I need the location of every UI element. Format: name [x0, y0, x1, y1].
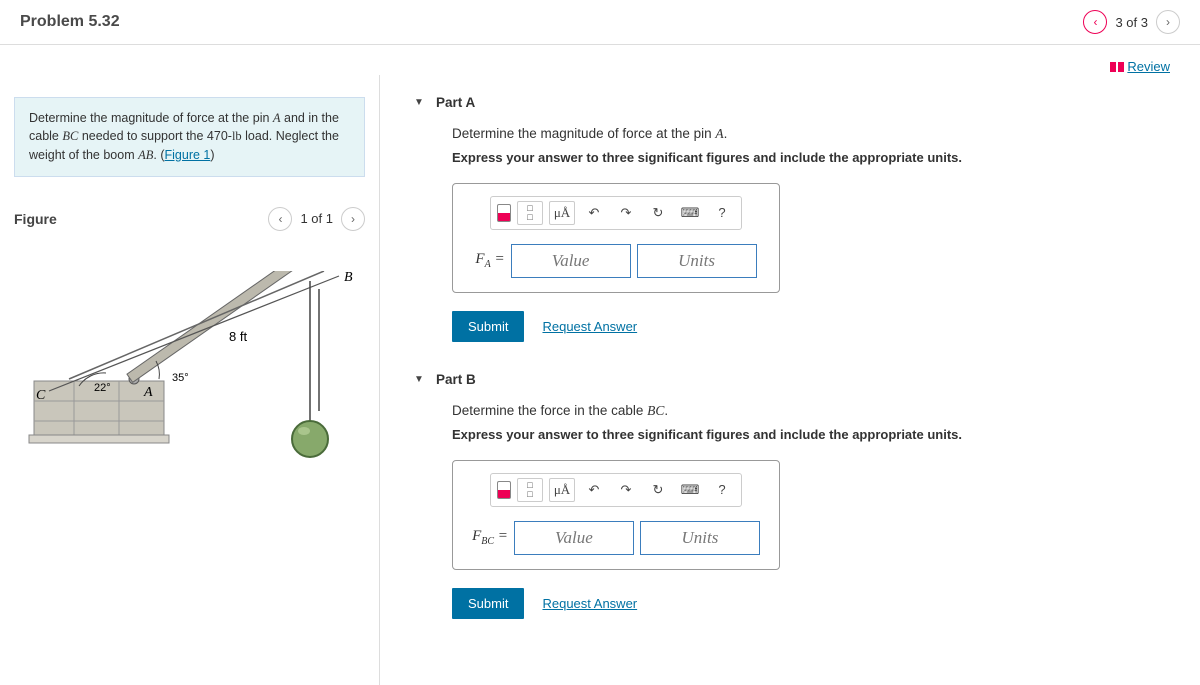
part-a-input-panel: □□ μÅ ↶ ↷ ↻ ⌨ ? FA = Value Units: [452, 183, 780, 293]
part-a-instruction: Express your answer to three significant…: [452, 150, 1200, 165]
part-b-input-panel: □□ μÅ ↶ ↷ ↻ ⌨ ? FBC = Value Units: [452, 460, 780, 570]
part-b-variable-label: FBC =: [472, 528, 508, 547]
part-a-question: Determine the magnitude of force at the …: [452, 126, 1200, 142]
part-a-units-input[interactable]: Units: [637, 244, 757, 278]
figure-next-button[interactable]: ›: [341, 207, 365, 231]
template-tool-icon[interactable]: [497, 481, 511, 499]
review-link[interactable]: Review: [1110, 59, 1170, 74]
part-b-instruction: Express your answer to three significant…: [452, 427, 1200, 442]
label-B: B: [344, 271, 353, 285]
right-column: ▼ Part A Determine the magnitude of forc…: [380, 75, 1200, 685]
part-a-request-answer-link[interactable]: Request Answer: [542, 319, 637, 334]
problem-title: Problem 5.32: [20, 13, 120, 31]
figure-heading: Figure: [14, 211, 57, 227]
units-tool-button[interactable]: μÅ: [549, 201, 575, 225]
collapse-part-a-icon[interactable]: ▼: [414, 97, 424, 107]
figure-diagram: B C A 8 ft 22° 35°: [14, 271, 365, 464]
main-content: Determine the magnitude of force at the …: [0, 75, 1200, 685]
part-a-actions: Submit Request Answer: [452, 311, 1200, 342]
part-b-value-input[interactable]: Value: [514, 521, 634, 555]
part-a-toolbar: □□ μÅ ↶ ↷ ↻ ⌨ ?: [490, 196, 742, 230]
figure-header: Figure ‹ 1 of 1 ›: [14, 207, 365, 231]
label-22: 22°: [94, 382, 111, 394]
part-b-submit-button[interactable]: Submit: [452, 588, 524, 619]
part-b-toolbar: □□ μÅ ↶ ↷ ↻ ⌨ ?: [490, 473, 742, 507]
part-a-value-input[interactable]: Value: [511, 244, 631, 278]
keyboard-icon[interactable]: ⌨: [677, 201, 703, 225]
figure-link[interactable]: Figure 1: [165, 148, 211, 162]
part-a-submit-button[interactable]: Submit: [452, 311, 524, 342]
template-tool-icon[interactable]: [497, 204, 511, 222]
reset-icon[interactable]: ↻: [645, 201, 671, 225]
page-header: Problem 5.32 ‹ 3 of 3 ›: [0, 0, 1200, 45]
page-nav: ‹ 3 of 3 ›: [1083, 10, 1180, 34]
reset-icon[interactable]: ↻: [645, 478, 671, 502]
part-b-units-input[interactable]: Units: [640, 521, 760, 555]
label-8ft: 8 ft: [229, 329, 247, 344]
figure-prev-button[interactable]: ‹: [268, 207, 292, 231]
part-a-answer-row: FA = Value Units: [463, 244, 769, 278]
figure-pager: 1 of 1: [300, 211, 333, 226]
part-b: ▼ Part B Determine the force in the cabl…: [380, 352, 1200, 619]
part-b-answer-row: FBC = Value Units: [463, 521, 769, 555]
help-icon[interactable]: ?: [709, 201, 735, 225]
undo-icon[interactable]: ↶: [581, 478, 607, 502]
part-a-title: Part A: [436, 95, 475, 110]
left-column: Determine the magnitude of force at the …: [0, 75, 380, 685]
prev-problem-button[interactable]: ‹: [1083, 10, 1107, 34]
part-b-actions: Submit Request Answer: [452, 588, 1200, 619]
units-tool-button[interactable]: μÅ: [549, 478, 575, 502]
undo-icon[interactable]: ↶: [581, 201, 607, 225]
collapse-part-b-icon[interactable]: ▼: [414, 374, 424, 384]
fraction-tool-icon[interactable]: □□: [517, 201, 543, 225]
review-bar: Review: [0, 45, 1200, 75]
next-problem-button[interactable]: ›: [1156, 10, 1180, 34]
part-b-request-answer-link[interactable]: Request Answer: [542, 596, 637, 611]
label-A: A: [143, 385, 153, 400]
label-C: C: [36, 388, 46, 403]
redo-icon[interactable]: ↷: [613, 201, 639, 225]
label-35: 35°: [172, 372, 189, 384]
part-b-question: Determine the force in the cable BC.: [452, 403, 1200, 419]
part-a: ▼ Part A Determine the magnitude of forc…: [380, 75, 1200, 342]
part-b-title: Part B: [436, 372, 476, 387]
keyboard-icon[interactable]: ⌨: [677, 478, 703, 502]
redo-icon[interactable]: ↷: [613, 478, 639, 502]
help-icon[interactable]: ?: [709, 478, 735, 502]
problem-description: Determine the magnitude of force at the …: [14, 97, 365, 177]
fraction-tool-icon[interactable]: □□: [517, 478, 543, 502]
pager-text: 3 of 3: [1115, 15, 1148, 30]
part-a-variable-label: FA =: [475, 251, 504, 270]
